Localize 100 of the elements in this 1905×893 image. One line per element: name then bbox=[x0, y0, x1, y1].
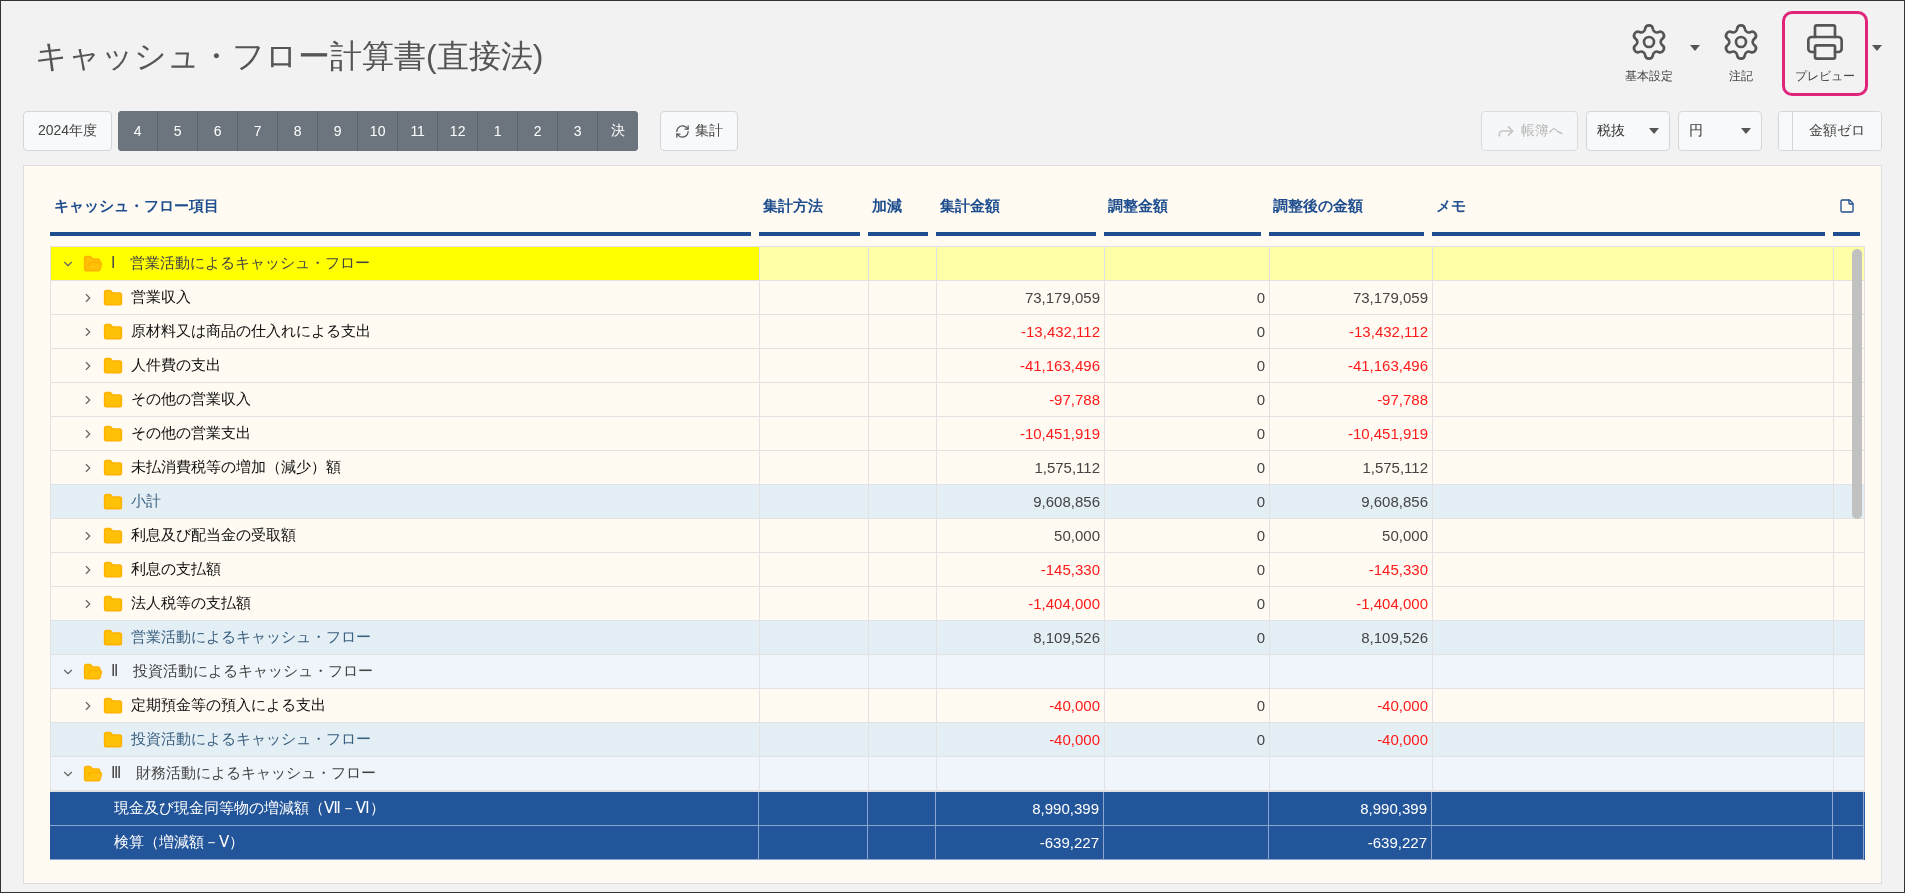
amount-text: 8,109,526 bbox=[1361, 629, 1428, 646]
amount-text: -639,227 bbox=[1039, 834, 1099, 851]
amount-text: 0 bbox=[1256, 527, 1265, 544]
table-row[interactable]: 原材料又は商品の仕入れによる支出 -13,432,112 0 -13,432,112 bbox=[51, 315, 1864, 349]
row-label: 利息及び配当金の受取額 bbox=[131, 526, 296, 545]
table-row[interactable]: 定期預金等の預入による支出 -40,000 0 -40,000 bbox=[51, 689, 1864, 723]
folder-icon bbox=[103, 627, 123, 648]
table-row[interactable]: その他の営業支出 -10,451,919 0 -10,451,919 bbox=[51, 417, 1864, 451]
folder-icon bbox=[103, 423, 123, 444]
folder-icon bbox=[83, 763, 103, 784]
amount-text: 0 bbox=[1256, 391, 1265, 408]
caret-icon[interactable] bbox=[1690, 45, 1700, 51]
folder-icon bbox=[103, 457, 123, 478]
column-header: キャッシュ・フロー項目 bbox=[50, 180, 751, 236]
amount-text: 0 bbox=[1256, 561, 1265, 578]
row-label: Ⅰ 営業活動によるキャッシュ・フロー bbox=[111, 254, 371, 273]
preview-button[interactable]: プレビュー bbox=[1782, 11, 1868, 96]
row-label: 原材料又は商品の仕入れによる支出 bbox=[131, 322, 371, 341]
row-label: 投資活動によるキャッシュ・フロー bbox=[131, 730, 371, 749]
amount-text: -13,432,112 bbox=[1349, 323, 1428, 340]
amount-text: 1,575,112 bbox=[1034, 459, 1100, 476]
toggle-checkbox[interactable] bbox=[1779, 112, 1793, 150]
column-header: 集計金額 bbox=[936, 180, 1096, 236]
row-label: 小計 bbox=[131, 492, 161, 511]
caret-icon bbox=[1741, 128, 1751, 134]
amount-text: -1,404,000 bbox=[1356, 595, 1428, 612]
table-row[interactable]: 営業活動によるキャッシュ・フロー 8,109,526 0 8,109,526 bbox=[51, 621, 1864, 655]
folder-icon bbox=[83, 253, 103, 274]
amount-text: -40,000 bbox=[1049, 697, 1100, 714]
amount-text: -40,000 bbox=[1049, 731, 1100, 748]
amount-text: 0 bbox=[1256, 459, 1265, 476]
folder-icon bbox=[103, 593, 123, 614]
row-label: Ⅲ 財務活動によるキャッシュ・フロー bbox=[111, 764, 377, 783]
amount-text: 73,179,059 bbox=[1024, 289, 1100, 306]
scrollbar[interactable] bbox=[1852, 249, 1862, 519]
tax-select[interactable]: 税抜 bbox=[1586, 111, 1670, 151]
amount-text: 73,179,059 bbox=[1352, 289, 1428, 306]
amount-text: 0 bbox=[1256, 629, 1265, 646]
column-header: 調整後の金額 bbox=[1269, 180, 1424, 236]
row-label: 現金及び現金同等物の増減額（Ⅶ－Ⅵ） bbox=[114, 799, 385, 818]
amount-text: -41,163,496 bbox=[1347, 357, 1428, 374]
amount-text: 0 bbox=[1256, 697, 1265, 714]
amount-text: 0 bbox=[1256, 731, 1265, 748]
table-cell bbox=[1833, 826, 1864, 860]
settings-button[interactable]: 注記 bbox=[1704, 11, 1778, 96]
amount-text: -145,330 bbox=[1040, 561, 1100, 578]
folder-icon bbox=[103, 729, 123, 750]
note-icon[interactable] bbox=[1838, 198, 1855, 214]
row-label: その他の営業収入 bbox=[131, 390, 251, 409]
table-row[interactable]: 小計 9,608,856 0 9,608,856 bbox=[51, 485, 1864, 519]
table-row[interactable]: Ⅲ 財務活動によるキャッシュ・フロー bbox=[51, 757, 1864, 791]
amount-text: 0 bbox=[1256, 289, 1265, 306]
month-tab[interactable]: 4 bbox=[118, 111, 159, 151]
settings-button[interactable]: 基本設定 bbox=[1612, 11, 1686, 96]
table-row[interactable]: その他の営業収入 -97,788 0 -97,788 bbox=[51, 383, 1864, 417]
amount-text: -97,788 bbox=[1049, 391, 1100, 408]
amount-text: 50,000 bbox=[1054, 527, 1100, 544]
table-row[interactable]: 利息の支払額 -145,330 0 -145,330 bbox=[51, 553, 1864, 587]
unit-select[interactable]: 円 bbox=[1678, 111, 1762, 151]
folder-icon bbox=[103, 321, 123, 342]
folder-icon bbox=[103, 525, 123, 546]
amount-text: 0 bbox=[1256, 493, 1265, 510]
amount-text: -145,330 bbox=[1368, 561, 1428, 578]
printer-icon bbox=[1805, 22, 1845, 62]
folder-icon bbox=[103, 559, 123, 580]
year-button[interactable]: 2024年度 bbox=[23, 111, 113, 151]
amount-text: 0 bbox=[1256, 595, 1265, 612]
table-row[interactable]: 法人税等の支払額 -1,404,000 0 -1,404,000 bbox=[51, 587, 1864, 621]
amount-text: -40,000 bbox=[1377, 731, 1428, 748]
folder-icon bbox=[103, 491, 123, 512]
row-label: 営業活動によるキャッシュ・フロー bbox=[131, 628, 371, 647]
table-row[interactable]: 利息及び配当金の受取額 50,000 0 50,000 bbox=[51, 519, 1864, 553]
aggregate-button[interactable]: 集計 bbox=[660, 111, 739, 151]
table-row[interactable]: Ⅱ 投資活動によるキャッシュ・フロー bbox=[51, 655, 1864, 689]
amount-text: -1,404,000 bbox=[1028, 595, 1100, 612]
table-row[interactable]: 営業収入 73,179,059 0 73,179,059 bbox=[51, 281, 1864, 315]
amount-text: 0 bbox=[1256, 425, 1265, 442]
table-row[interactable]: Ⅰ 営業活動によるキャッシュ・フロー bbox=[51, 247, 1864, 281]
row-label: 検算（増減額－Ⅴ） bbox=[114, 833, 245, 852]
zero-amount-button[interactable]: 金額ゼロ bbox=[1793, 112, 1881, 150]
caret-icon bbox=[1649, 128, 1659, 134]
table-row[interactable]: 未払消費税等の増加（減少）額 1,575,112 0 1,575,112 bbox=[51, 451, 1864, 485]
amount-text: 8,990,399 bbox=[1360, 800, 1427, 817]
row-label: その他の営業支出 bbox=[131, 424, 251, 443]
caret-icon[interactable] bbox=[1872, 45, 1882, 51]
amount-text: 8,990,399 bbox=[1032, 800, 1099, 817]
row-label: Ⅱ 投資活動によるキャッシュ・フロー bbox=[111, 662, 374, 681]
column-header: 集計方法 bbox=[759, 180, 860, 236]
amount-text: 8,109,526 bbox=[1033, 629, 1100, 646]
row-label: 利息の支払額 bbox=[131, 560, 221, 579]
amount-text: 9,608,856 bbox=[1033, 493, 1100, 510]
amount-text: -10,451,919 bbox=[1347, 425, 1428, 442]
amount-text: -40,000 bbox=[1377, 697, 1428, 714]
amount-text: -13,432,112 bbox=[1021, 323, 1100, 340]
refresh-icon bbox=[675, 123, 691, 139]
table-row[interactable]: 投資活動によるキャッシュ・フロー -40,000 0 -40,000 bbox=[51, 723, 1864, 757]
table-row[interactable]: 人件費の支出 -41,163,496 0 -41,163,496 bbox=[51, 349, 1864, 383]
folder-icon bbox=[103, 389, 123, 410]
amount-text: 1,575,112 bbox=[1362, 459, 1428, 476]
amount-text: -41,163,496 bbox=[1019, 357, 1100, 374]
